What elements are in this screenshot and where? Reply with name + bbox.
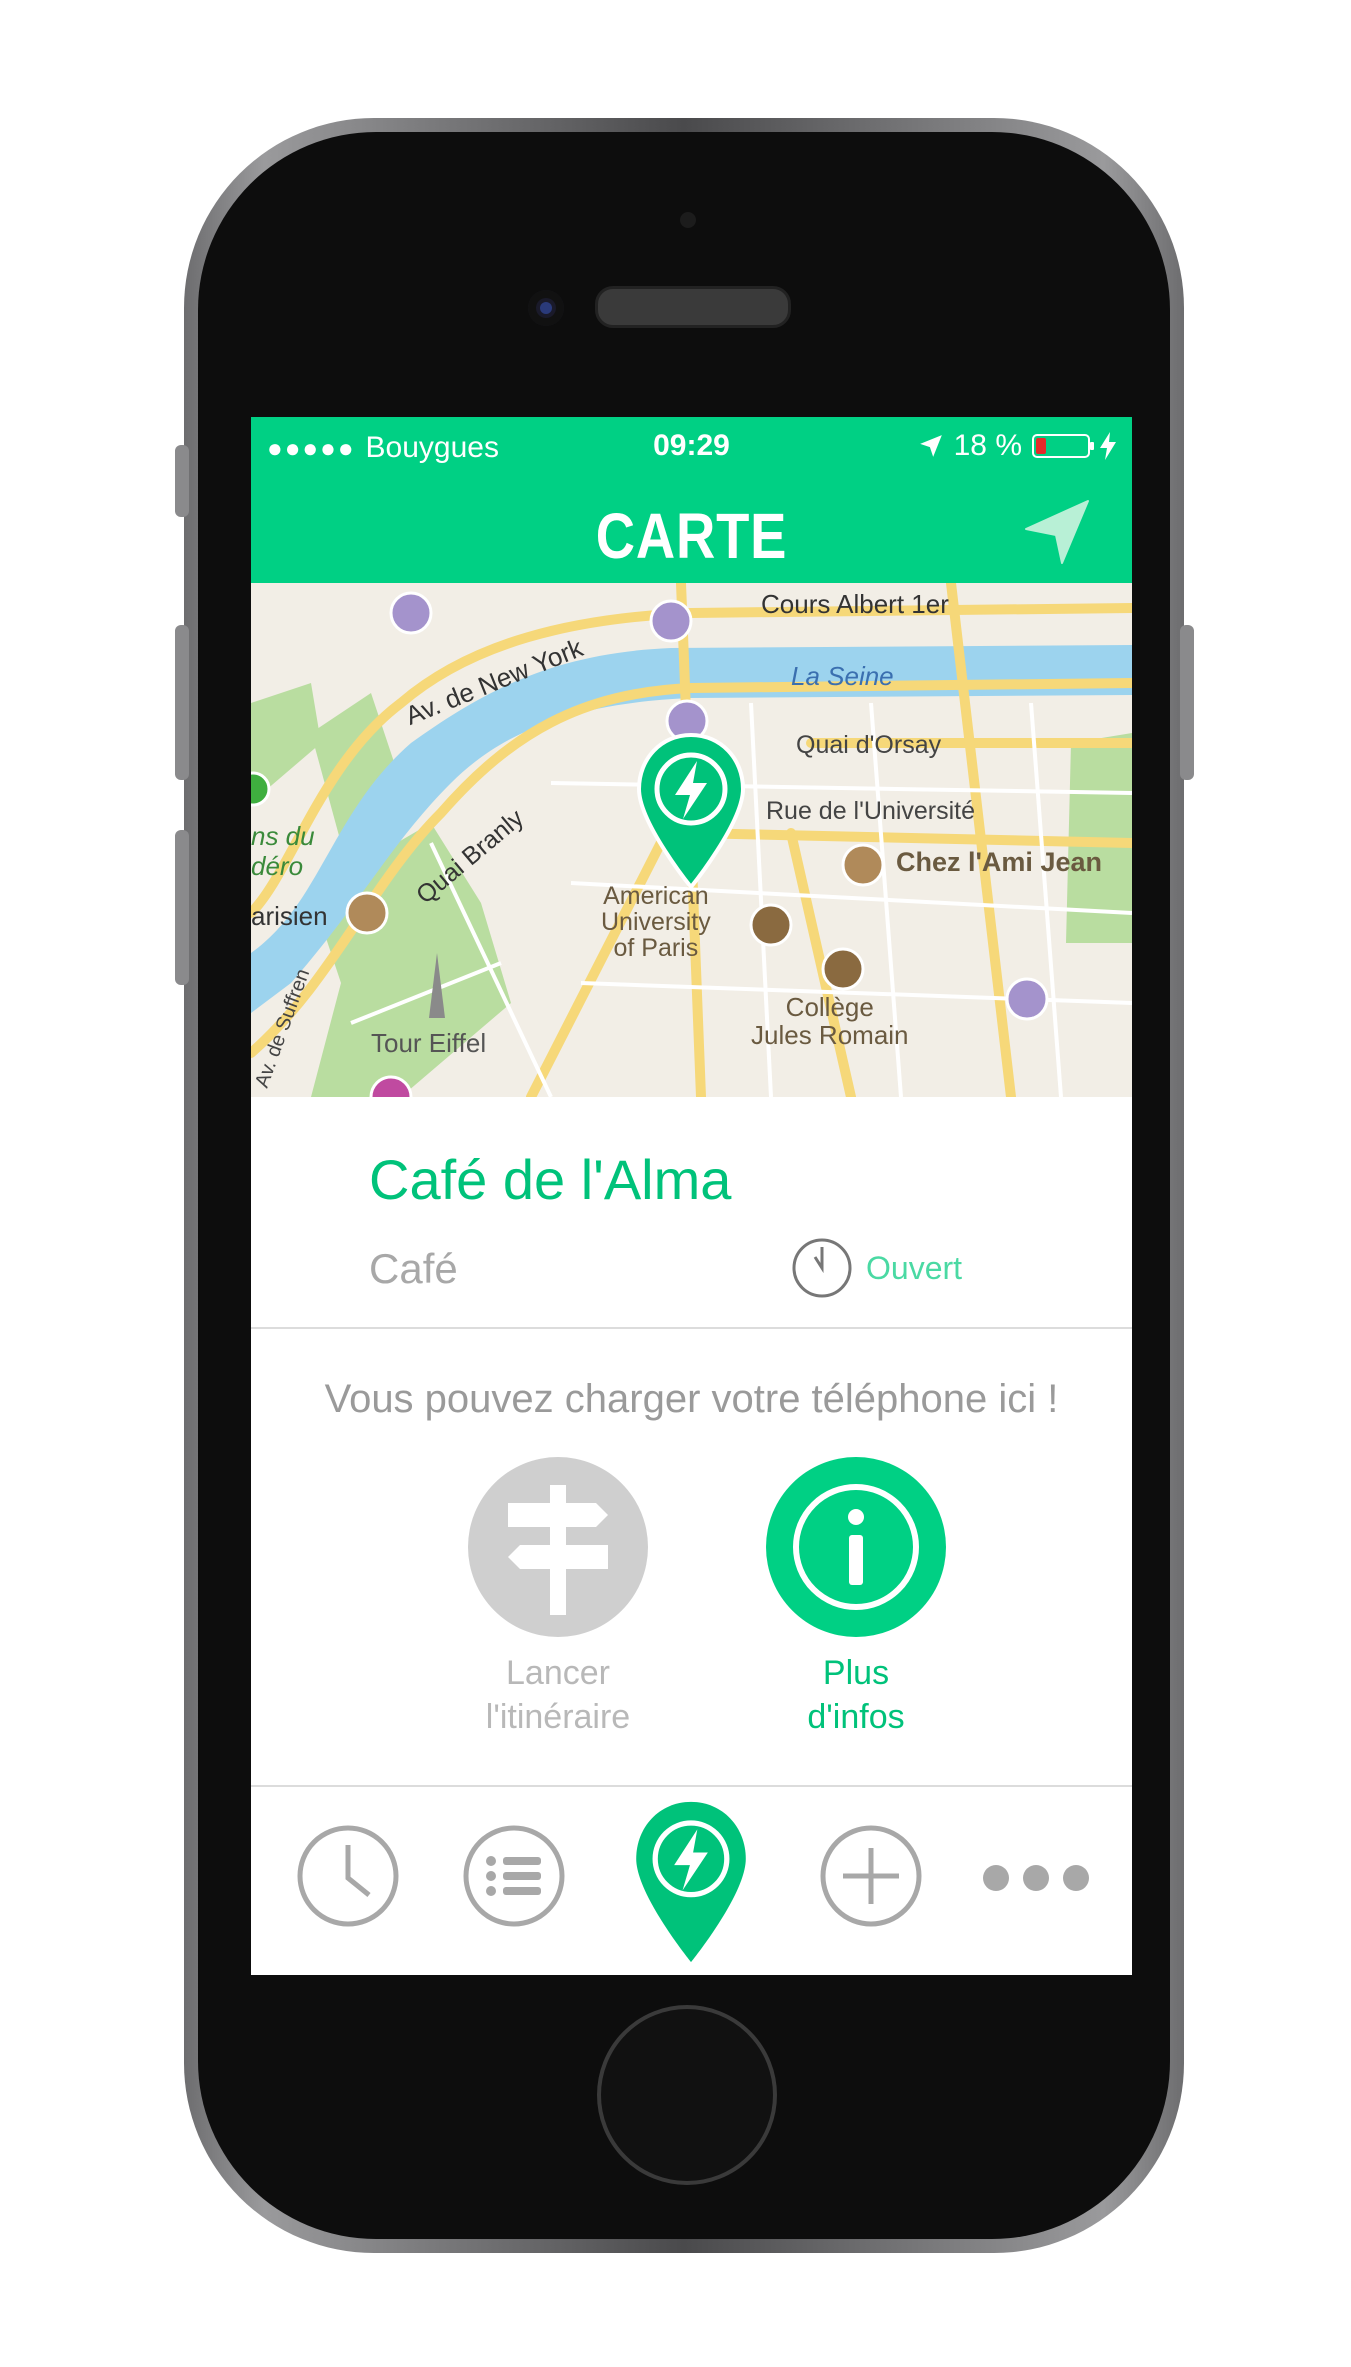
map-label-rue-universite: Rue de l'Université <box>766 797 976 825</box>
map-label-chez-ami-jean: Chez l'Ami Jean <box>896 847 1102 877</box>
home-button[interactable] <box>597 2005 777 2185</box>
route-label: Lancer l'itinéraire <box>485 1654 631 1736</box>
status-bar: ●●●●● Bouygues 09:29 18 % <box>251 417 1132 477</box>
info-circle[interactable] <box>766 1457 946 1637</box>
opening-status: Ouvert <box>866 1250 963 1286</box>
earpiece-speaker <box>595 286 791 328</box>
signpost-icon <box>508 1485 608 1615</box>
page-title: CARTE <box>595 500 788 572</box>
charging-station-pin-icon[interactable] <box>635 731 747 891</box>
locate-me-icon[interactable] <box>1022 497 1092 567</box>
location-arrow-icon <box>919 435 942 457</box>
front-camera <box>528 290 564 326</box>
map-label-american-university: American University of Paris <box>601 882 711 962</box>
place-info-card: Café de l'Alma Café Ouvert <box>251 1097 1132 1329</box>
app-screen: ●●●●● Bouygues 09:29 18 % CARTE Cours Al… <box>251 417 1132 1975</box>
charging-message: Vous pouvez charger votre téléphone ici … <box>324 1377 1059 1421</box>
place-name: Café de l'Alma <box>369 1148 732 1211</box>
tab-more-icon[interactable] <box>981 1863 1091 1893</box>
map-label-seine: La Seine <box>791 661 894 691</box>
more-info-button[interactable]: Plus d'infos <box>746 1457 966 1739</box>
map-label-cours-albert: Cours Albert 1er <box>761 589 949 619</box>
route-circle[interactable] <box>468 1457 648 1637</box>
tab-list-icon[interactable] <box>461 1823 567 1929</box>
place-type: Café <box>369 1245 458 1292</box>
volume-up-button <box>175 625 189 780</box>
map-label-tour-eiffel: Tour Eiffel <box>371 1028 487 1058</box>
proximity-sensor <box>680 212 696 228</box>
route-button[interactable]: Lancer l'itinéraire <box>448 1457 668 1739</box>
nav-bar: CARTE <box>251 477 1132 583</box>
map-label-jardins: ns du déro <box>251 821 315 881</box>
info-icon <box>793 1484 919 1610</box>
tab-bar <box>251 1785 1132 1975</box>
tab-map-charging-pin-icon[interactable] <box>632 1797 750 1967</box>
more-info-label: Plus d'infos <box>807 1654 905 1736</box>
battery-icon <box>1032 434 1094 458</box>
tab-history-clock-icon[interactable] <box>295 1823 401 1929</box>
battery-percent: 18 % <box>953 429 1022 462</box>
power-button <box>1180 625 1194 780</box>
map-label-quai-orsay: Quai d'Orsay <box>796 731 942 759</box>
map-label-college-jules: Collège Jules Romain <box>751 992 909 1050</box>
map-label-parisien: arisien <box>251 901 328 931</box>
status-right: 18 % <box>918 429 1116 463</box>
volume-down-button <box>175 830 189 985</box>
tab-add-icon[interactable] <box>818 1823 924 1929</box>
map-view[interactable]: Cours Albert 1er La Seine Av. de New Yor… <box>251 583 1132 1097</box>
charging-bolt-icon <box>1100 432 1116 460</box>
clock-icon <box>792 1238 852 1298</box>
mute-switch <box>175 445 189 517</box>
